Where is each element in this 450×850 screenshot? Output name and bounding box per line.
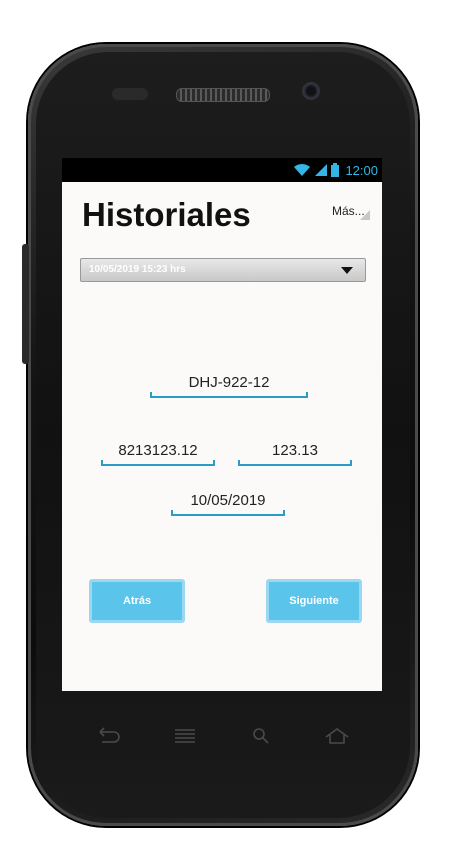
search-icon[interactable] bbox=[248, 724, 274, 748]
amount-right-field[interactable]: 123.13 bbox=[238, 442, 352, 466]
date-underline bbox=[171, 510, 285, 516]
amount-right-underline bbox=[238, 460, 352, 466]
back-button[interactable]: Atrás bbox=[89, 579, 185, 623]
earpiece-speaker bbox=[176, 88, 270, 102]
status-time: 12:00 bbox=[345, 162, 378, 178]
status-icons: 12:00 bbox=[293, 162, 378, 178]
plate-field[interactable]: DHJ-922-12 bbox=[150, 374, 308, 398]
recent-apps-icon[interactable] bbox=[172, 724, 198, 748]
history-dropdown-value: 10/05/2019 15:23 hrs bbox=[89, 264, 186, 275]
date-value: 10/05/2019 bbox=[190, 492, 266, 509]
plate-underline bbox=[150, 392, 308, 398]
battery-icon bbox=[331, 163, 340, 177]
front-camera bbox=[304, 84, 318, 98]
history-dropdown[interactable]: 10/05/2019 15:23 hrs bbox=[80, 258, 366, 282]
amount-left-value: 8213123.12 bbox=[118, 442, 198, 459]
back-icon[interactable] bbox=[94, 724, 120, 748]
next-button[interactable]: Siguiente bbox=[266, 579, 362, 623]
amount-left-underline bbox=[101, 460, 215, 466]
proximity-sensor bbox=[112, 88, 148, 100]
overflow-corner-icon bbox=[360, 210, 370, 220]
amount-left-field[interactable]: 8213123.12 bbox=[101, 442, 215, 466]
signal-icon bbox=[315, 164, 328, 176]
app-screen: 12:00 Historiales Más... 10/05/2019 15:2… bbox=[62, 158, 382, 691]
system-nav-bar bbox=[62, 718, 382, 754]
plate-value: DHJ-922-12 bbox=[188, 374, 270, 391]
volume-button bbox=[22, 244, 29, 364]
wifi-icon bbox=[294, 163, 311, 176]
chevron-down-icon bbox=[341, 267, 353, 274]
status-bar: 12:00 bbox=[62, 158, 382, 182]
date-field[interactable]: 10/05/2019 bbox=[171, 492, 285, 516]
home-icon[interactable] bbox=[324, 724, 350, 748]
page-title: Historiales bbox=[82, 196, 251, 233]
amount-right-value: 123.13 bbox=[272, 442, 318, 459]
